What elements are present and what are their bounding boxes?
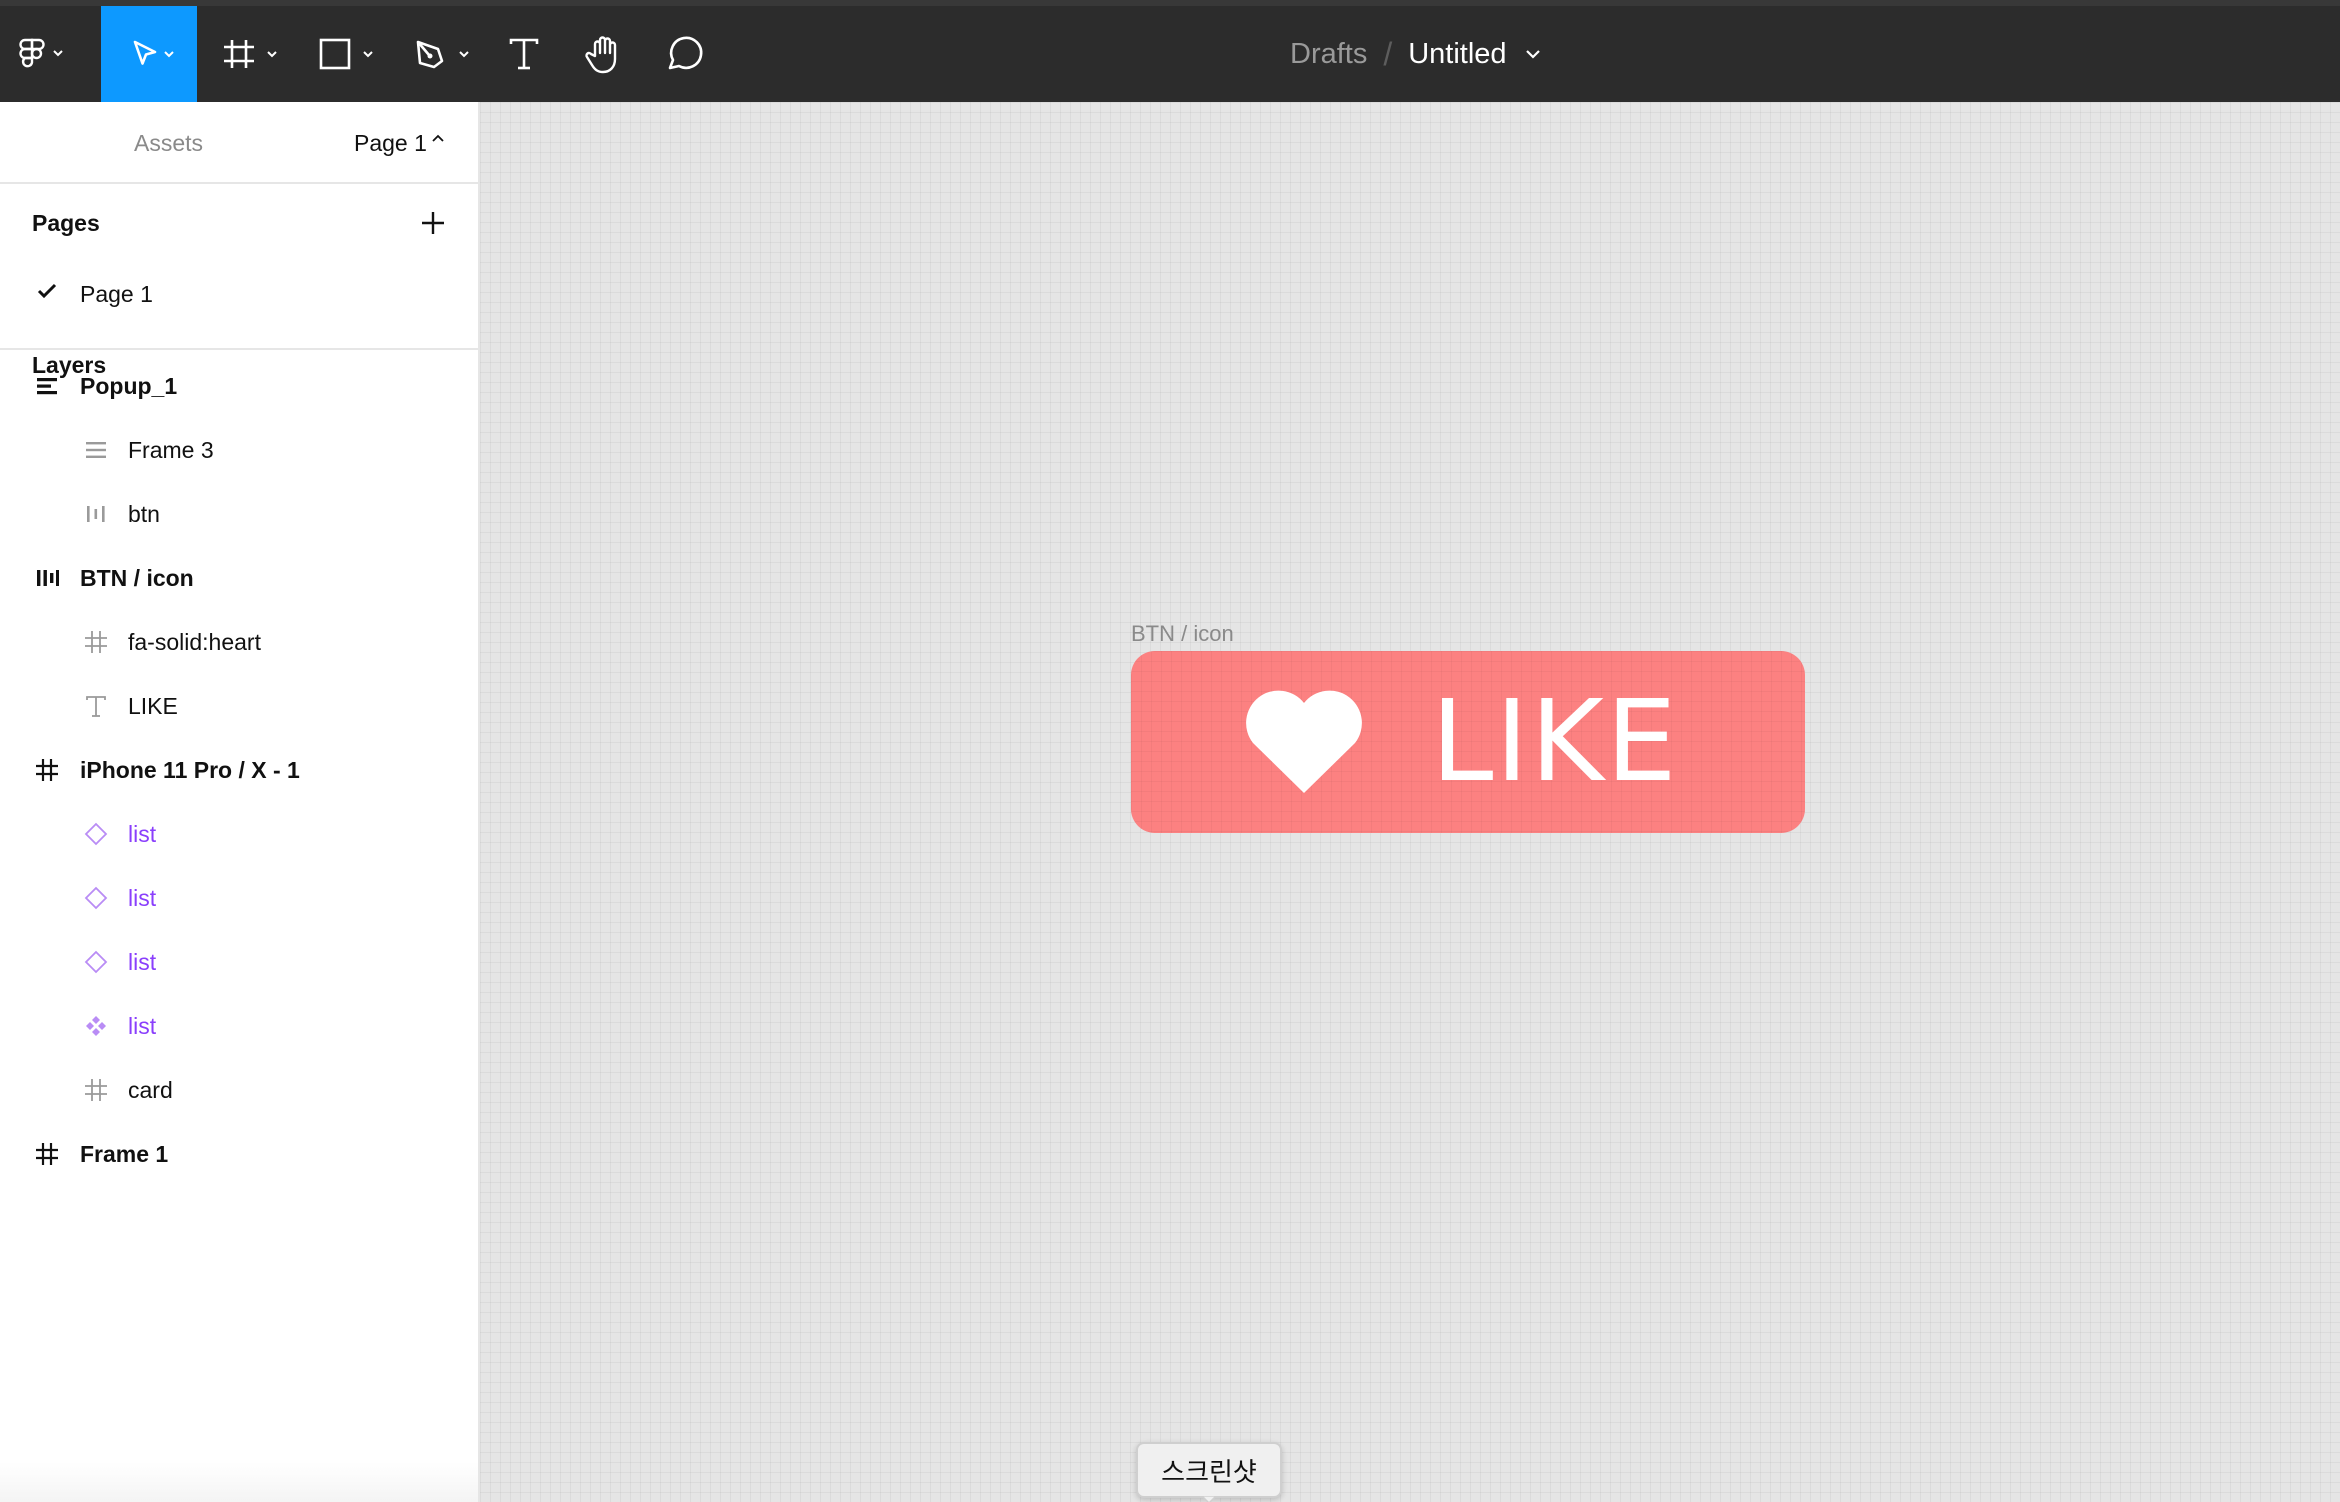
layer-row[interactable]: list: [0, 806, 478, 862]
panel-bottom-fade: [0, 1462, 478, 1502]
layer-row[interactable]: fa-solid:heart: [0, 614, 478, 670]
frame-hash-icon: [33, 1140, 61, 1168]
chevron-down-icon[interactable]: [1525, 48, 1541, 60]
layer-row[interactable]: list: [0, 870, 478, 926]
text-t-icon: [509, 38, 539, 70]
layer-name: list: [128, 949, 157, 975]
breadcrumb-separator: /: [1383, 35, 1393, 72]
layer-row[interactable]: card: [0, 1062, 478, 1118]
layer-row[interactable]: btn: [0, 486, 478, 542]
comment-bubble-icon: [668, 36, 703, 70]
vertical-autolayout-icon: [82, 436, 110, 464]
pen-icon: [416, 40, 469, 69]
layer-row[interactable]: iPhone 11 Pro / X - 1: [0, 742, 478, 798]
left-panel: Layers Assets Page 1 Pages Page 1 Popup_…: [0, 102, 480, 1502]
panel-tabs: Layers Assets Page 1: [0, 102, 478, 378]
layer-name: Frame 3: [128, 437, 214, 463]
frame-hash-icon: [82, 628, 110, 656]
hand-tool-button[interactable]: [580, 6, 628, 102]
horizontal-autolayout-icon: [82, 500, 110, 528]
layer-name: Popup_1: [80, 373, 178, 399]
layer-row[interactable]: Frame 1: [0, 1126, 478, 1182]
main-menu-button[interactable]: [14, 6, 66, 102]
layer-name: btn: [128, 501, 160, 527]
layer-row[interactable]: LIKE: [0, 678, 478, 734]
shape-tool-button[interactable]: [314, 6, 384, 102]
file-name[interactable]: Untitled: [1408, 38, 1506, 71]
main-component-icon: [82, 1012, 110, 1040]
layer-name: list: [128, 885, 157, 911]
component-instance-icon: [82, 820, 110, 848]
like-button-frame[interactable]: LIKE: [1131, 651, 1805, 833]
layer-row[interactable]: Popup_1: [0, 358, 478, 414]
layer-name: BTN / icon: [80, 565, 194, 591]
layer-name: fa-solid:heart: [128, 629, 261, 655]
page-switcher[interactable]: Page 1: [354, 128, 427, 158]
toolbar: Drafts / Untitled: [0, 0, 2340, 102]
page-item-label: Page 1: [80, 281, 153, 307]
drafts-link[interactable]: Drafts: [1290, 38, 1367, 71]
layer-row[interactable]: Frame 3: [0, 422, 478, 478]
move-tool-button[interactable]: [101, 6, 197, 102]
pages-heading: Pages: [32, 210, 100, 236]
frame-hash-icon: [224, 40, 277, 68]
vertical-autolayout-icon: [33, 372, 61, 400]
comment-tool-button[interactable]: [660, 6, 708, 102]
chevron-up-icon[interactable]: [430, 132, 446, 144]
layer-name: Frame 1: [80, 1141, 169, 1167]
screenshot-tooltip[interactable]: 스크린샷: [1136, 1442, 1282, 1498]
layer-row[interactable]: list: [0, 934, 478, 990]
file-breadcrumb: Drafts / Untitled: [1290, 6, 1541, 102]
horizontal-autolayout-icon: [33, 564, 61, 592]
layer-name: LIKE: [128, 693, 178, 719]
layer-row[interactable]: list: [0, 998, 478, 1054]
text-tool-button[interactable]: [502, 6, 546, 102]
checkmark-icon: [37, 283, 57, 299]
layer-name: list: [128, 821, 157, 847]
figma-logo-icon: [19, 38, 63, 68]
tab-assets[interactable]: Assets: [134, 128, 203, 158]
page-item-page-1[interactable]: Page 1: [0, 272, 478, 316]
rectangle-icon: [319, 38, 373, 70]
like-button-label: LIKE: [1431, 677, 1679, 807]
pages-section: Pages Page 1: [0, 184, 478, 350]
text-t-icon: [82, 692, 110, 720]
frame-hash-icon: [82, 1076, 110, 1104]
hand-icon: [585, 36, 617, 74]
frame-hash-icon: [33, 756, 61, 784]
heart-icon: [1246, 690, 1362, 793]
layer-name: card: [128, 1077, 173, 1103]
component-instance-icon: [82, 948, 110, 976]
layer-row[interactable]: BTN / icon: [0, 550, 478, 606]
tooltip-pointer: [1202, 1496, 1216, 1502]
layer-name: list: [128, 1013, 157, 1039]
cursor-arrow-icon: [133, 40, 174, 65]
component-instance-icon: [82, 884, 110, 912]
design-canvas[interactable]: BTN / icon LIKE 스크린샷: [480, 102, 2340, 1502]
layer-name: iPhone 11 Pro / X - 1: [80, 757, 300, 783]
pen-tool-button[interactable]: [410, 6, 480, 102]
add-page-plus-icon[interactable]: [418, 208, 448, 238]
frame-tool-button[interactable]: [218, 6, 288, 102]
frame-label[interactable]: BTN / icon: [1131, 620, 1234, 648]
